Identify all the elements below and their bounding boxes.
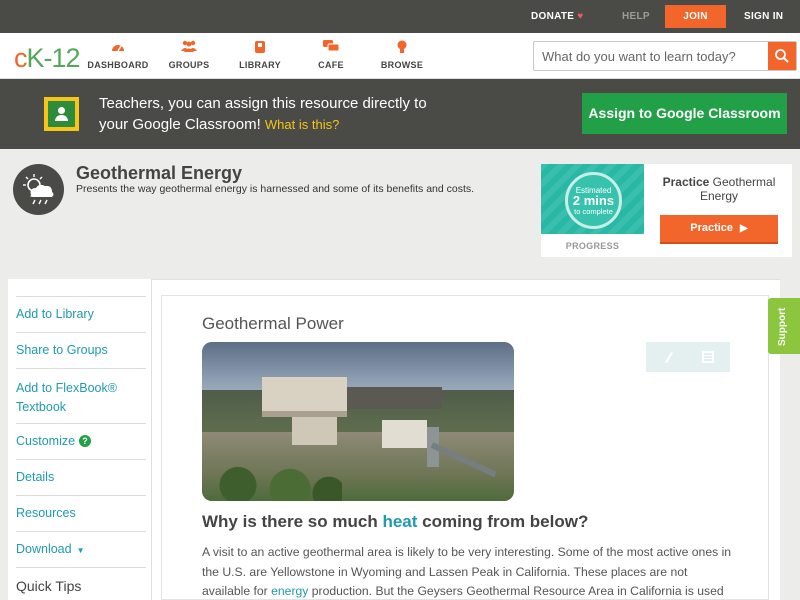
nav-groups[interactable]: GROUPS <box>154 40 224 70</box>
progress-label: PROGRESS <box>565 241 620 251</box>
energy-term-link[interactable]: energy <box>271 584 308 598</box>
practice-progress-image: Estimated 2 mins to complete <box>541 164 644 234</box>
sidebar-item-add-to-library[interactable]: Add to Library <box>16 296 146 332</box>
sidebar-item-resources[interactable]: Resources <box>16 495 146 531</box>
google-classroom-icon <box>44 97 79 131</box>
cafe-chat-icon <box>296 40 366 56</box>
sign-in-link[interactable]: SIGN IN <box>744 0 783 33</box>
sidebar-item-add-to-flexbook[interactable]: Add to FlexBook® Textbook <box>16 368 146 423</box>
search-button[interactable] <box>768 42 796 70</box>
support-tab[interactable]: Support <box>768 298 800 354</box>
dashboard-icon <box>83 40 153 56</box>
nav-browse[interactable]: BROWSE <box>367 40 437 70</box>
concept-title: Geothermal Energy <box>76 163 243 183</box>
heart-icon: ♥ <box>577 11 584 22</box>
help-question-icon[interactable]: ? <box>79 435 92 447</box>
practice-button[interactable]: Practice ▶ <box>660 215 778 244</box>
nav-dashboard[interactable]: DASHBOARD <box>83 40 153 70</box>
banner-message: Teachers, you can assign this resource d… <box>99 95 427 133</box>
main-nav: cK-12 DASHBOARD GROUPS LIBRARY CAFE BROW… <box>0 33 800 79</box>
estimate-badge: Estimated 2 mins to complete <box>565 172 622 229</box>
sidebar-item-customize[interactable]: Customize? <box>16 423 146 459</box>
assign-to-google-classroom-button[interactable]: Assign to Google Classroom <box>582 93 787 134</box>
browse-bulb-icon <box>367 40 437 56</box>
heat-term-link[interactable]: heat <box>382 512 417 531</box>
what-is-this-link[interactable]: What is this? <box>265 117 339 132</box>
question-heading: Why is there so much heat coming from be… <box>202 512 589 531</box>
search-icon <box>775 49 789 63</box>
sidebar-item-download[interactable]: Download ▼ <box>16 531 146 567</box>
practice-card: Estimated 2 mins to complete PROGRESS Pr… <box>541 164 792 257</box>
sidebar-item-quick-tips[interactable]: Quick Tips <box>16 567 146 600</box>
concept-description: Presents the way geothermal energy is ha… <box>76 183 475 195</box>
caret-down-icon: ▼ <box>76 546 85 555</box>
notes-icon[interactable] <box>700 349 716 365</box>
nav-cafe[interactable]: CAFE <box>296 40 366 70</box>
sidebar-item-share-to-groups[interactable]: Share to Groups <box>16 332 146 368</box>
highlighter-pen-icon[interactable] <box>661 349 677 365</box>
nav-library[interactable]: LIBRARY <box>225 40 295 70</box>
lesson-paragraph: A visit to an active geothermal area is … <box>202 545 732 598</box>
arrow-right-icon: ▶ <box>740 223 748 234</box>
library-icon <box>225 40 295 56</box>
sidebar-item-details[interactable]: Details <box>16 459 146 495</box>
google-classroom-banner: Teachers, you can assign this resource d… <box>0 79 800 149</box>
search-input[interactable] <box>534 42 768 70</box>
annotation-tools <box>646 342 730 372</box>
practice-title: Practice Geothermal Energy <box>662 175 776 203</box>
top-utility-bar: DONATE ♥ HELP JOIN SIGN IN <box>0 0 800 33</box>
weather-cloud-icon <box>13 164 64 215</box>
help-link[interactable]: HELP <box>622 0 650 33</box>
geothermal-plant-photo <box>202 342 514 501</box>
groups-icon <box>154 40 224 56</box>
donate-link[interactable]: DONATE ♥ <box>531 0 584 33</box>
search-box <box>533 41 797 71</box>
section-title: Geothermal Power <box>202 314 344 333</box>
ck12-logo[interactable]: cK-12 <box>14 43 81 74</box>
join-button[interactable]: JOIN <box>665 5 726 28</box>
